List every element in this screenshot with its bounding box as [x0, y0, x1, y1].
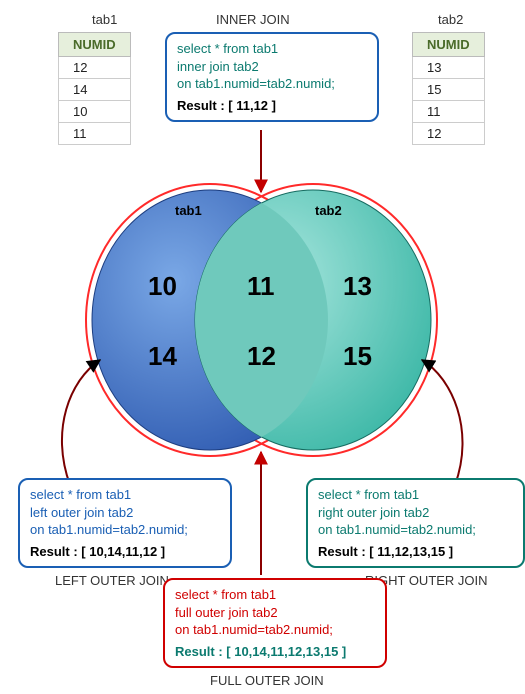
- right-join-callout: select * from tab1 right outer join tab2…: [306, 478, 525, 568]
- sql-line: select * from tab1: [30, 486, 220, 504]
- venn-num-right-bot: 15: [343, 341, 372, 371]
- sql-line: on tab1.numid=tab2.numid;: [175, 621, 375, 639]
- sql-line: full outer join tab2: [175, 604, 375, 622]
- venn-num-mid-bot: 12: [247, 341, 276, 371]
- full-join-callout: select * from tab1 full outer join tab2 …: [163, 578, 387, 668]
- venn-num-left-top: 10: [148, 271, 177, 301]
- sql-line: on tab1.numid=tab2.numid;: [318, 521, 513, 539]
- sql-line: select * from tab1: [175, 586, 375, 604]
- sql-line: left outer join tab2: [30, 504, 220, 522]
- result-line: Result : [ 10,14,11,12,13,15 ]: [175, 643, 375, 661]
- sql-line: on tab1.numid=tab2.numid;: [30, 521, 220, 539]
- venn-left-label: tab1: [175, 203, 202, 218]
- arrow-left: [62, 360, 100, 485]
- result-line: Result : [ 11,12,13,15 ]: [318, 543, 513, 561]
- full-join-title: FULL OUTER JOIN: [210, 673, 324, 688]
- left-join-title: LEFT OUTER JOIN: [55, 573, 169, 588]
- venn-num-left-bot: 14: [148, 341, 177, 371]
- venn-num-mid-top: 11: [247, 271, 275, 301]
- arrow-right: [422, 360, 463, 485]
- venn-num-right-top: 13: [343, 271, 372, 301]
- left-join-callout: select * from tab1 left outer join tab2 …: [18, 478, 232, 568]
- sql-line: right outer join tab2: [318, 504, 513, 522]
- result-line: Result : [ 10,14,11,12 ]: [30, 543, 220, 561]
- venn-right-label: tab2: [315, 203, 342, 218]
- sql-line: select * from tab1: [318, 486, 513, 504]
